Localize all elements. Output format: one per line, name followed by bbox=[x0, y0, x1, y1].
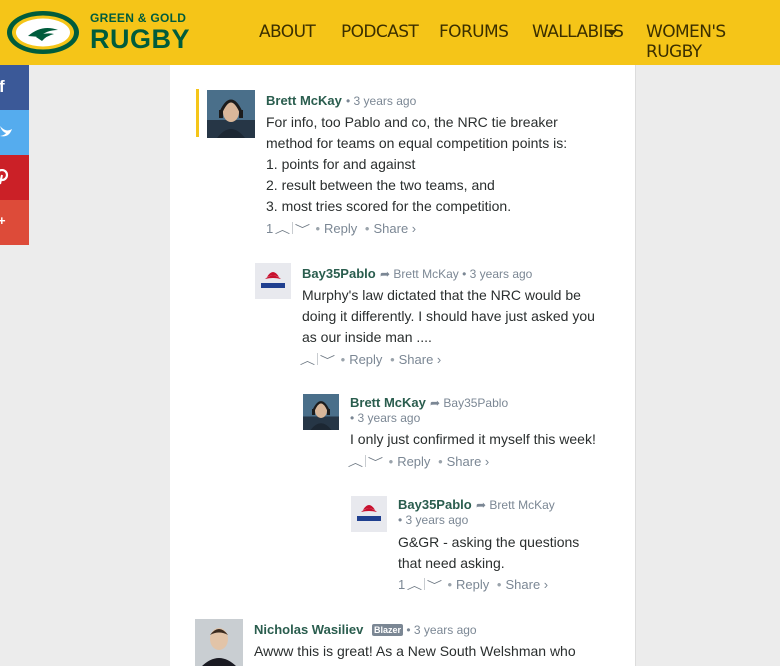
googleplus-icon: + bbox=[0, 213, 6, 228]
site-logo-text[interactable]: GREEN & GOLD RUGBY bbox=[90, 12, 191, 54]
avatar[interactable] bbox=[195, 619, 243, 666]
reply-to-name[interactable]: Bay35Pablo bbox=[443, 396, 508, 410]
reply-to-name[interactable]: Brett McKay bbox=[489, 498, 554, 512]
twitter-share-button[interactable] bbox=[0, 110, 29, 155]
upvote-icon[interactable]: ︿ bbox=[300, 352, 315, 368]
comment-body: I only just confirmed it myself this wee… bbox=[350, 429, 620, 450]
twitter-icon bbox=[0, 126, 12, 137]
upvote-icon[interactable]: ︿ bbox=[407, 577, 422, 593]
comment-line: G&GR - asking the questions bbox=[398, 534, 580, 550]
downvote-icon[interactable]: ﹀ bbox=[320, 352, 335, 368]
comment-author[interactable]: Brett McKay bbox=[266, 93, 342, 108]
facebook-share-button[interactable]: f bbox=[0, 65, 29, 110]
reply-arrow-icon: ➦ bbox=[476, 498, 487, 512]
share-link[interactable]: Share › bbox=[505, 577, 548, 592]
brett-mckay-avatar-icon bbox=[303, 394, 339, 430]
chevron-down-icon[interactable] bbox=[607, 30, 617, 36]
waratahs-avatar-icon bbox=[255, 263, 291, 299]
nav-forums[interactable]: FORUMS bbox=[439, 22, 509, 44]
logo-bottom-text: RUGBY bbox=[90, 24, 191, 54]
share-link[interactable]: Share › bbox=[399, 352, 442, 367]
comment-footer: ︿ ﹀ • Reply • Share › bbox=[347, 454, 490, 470]
timestamp-text: 3 years ago bbox=[357, 411, 421, 425]
comment-line: doing it differently. I should have just… bbox=[302, 308, 595, 324]
comment-author[interactable]: Bay35Pablo bbox=[398, 497, 472, 512]
nav-podcast[interactable]: PODCAST bbox=[341, 22, 419, 44]
comment-line: 2. result between the two teams, and bbox=[266, 177, 495, 193]
comment-timestamp[interactable]: • 3 years ago bbox=[350, 411, 420, 425]
comment-line: Awww this is great! As a New South Welsh… bbox=[254, 643, 576, 659]
reply-link[interactable]: Reply bbox=[397, 454, 430, 469]
comment-line: 1. points for and against bbox=[266, 156, 416, 172]
share-link[interactable]: Share › bbox=[373, 221, 416, 236]
comment-line: I only just confirmed it myself this wee… bbox=[350, 431, 596, 447]
comment-author[interactable]: Nicholas Wasiliev bbox=[254, 622, 363, 637]
comment-footer: 1 ︿ ﹀ • Reply • Share › bbox=[398, 577, 549, 593]
vote-count: 1 bbox=[398, 577, 406, 592]
reply-arrow-icon: ➦ bbox=[430, 396, 441, 410]
avatar[interactable] bbox=[255, 263, 291, 299]
pinterest-icon bbox=[0, 169, 9, 185]
reply-link[interactable]: Reply bbox=[349, 352, 382, 367]
reply-link[interactable]: Reply bbox=[324, 221, 357, 236]
downvote-icon[interactable]: ﹀ bbox=[427, 577, 442, 593]
highlight-bar bbox=[196, 89, 199, 137]
comment-body: Awww this is great! As a New South Welsh… bbox=[254, 641, 624, 662]
comment-body: Murphy's law dictated that the NRC would… bbox=[302, 285, 622, 348]
comment-reply-meta: ➦ Bay35Pablo bbox=[430, 396, 508, 410]
site-header: GREEN & GOLD RUGBY ABOUT PODCAST FORUMS … bbox=[0, 0, 780, 65]
comment-timestamp[interactable]: • 3 years ago bbox=[398, 513, 468, 527]
avatar[interactable] bbox=[303, 394, 339, 430]
comment-line: 3. most tries scored for the competition… bbox=[266, 198, 512, 214]
waratahs-avatar-icon bbox=[351, 496, 387, 532]
timestamp-text: 3 years ago bbox=[353, 94, 417, 108]
pinterest-share-button[interactable] bbox=[0, 155, 29, 200]
upvote-icon[interactable]: ︿ bbox=[348, 454, 363, 470]
downvote-icon[interactable]: ﹀ bbox=[368, 454, 383, 470]
comment-line: Murphy's law dictated that the NRC would… bbox=[302, 287, 581, 303]
comment-reply-meta: ➦ Brett McKay bbox=[476, 498, 555, 512]
avatar[interactable] bbox=[207, 90, 255, 138]
nav-about[interactable]: ABOUT bbox=[259, 22, 316, 44]
comment-timestamp[interactable]: • 3 years ago bbox=[346, 94, 416, 108]
comment-reply-meta: ➦ Brett McKay • 3 years ago bbox=[380, 267, 533, 281]
vote-count: 1 bbox=[266, 221, 274, 236]
comment-meta: Blazer • 3 years ago bbox=[372, 623, 477, 637]
comment-footer: ︿ ﹀ • Reply • Share › bbox=[299, 352, 442, 368]
timestamp-text: 3 years ago bbox=[405, 513, 469, 527]
comment-line: as our inside man .... bbox=[302, 329, 432, 345]
avatar[interactable] bbox=[351, 496, 387, 532]
blazer-badge: Blazer bbox=[372, 624, 404, 636]
nicholas-wasiliev-avatar-icon bbox=[195, 619, 243, 666]
downvote-icon[interactable]: ﹀ bbox=[295, 221, 310, 237]
reply-link[interactable]: Reply bbox=[456, 577, 489, 592]
reply-arrow-icon: ➦ bbox=[380, 267, 391, 281]
comment-footer: 1 ︿ ﹀ • Reply • Share › bbox=[266, 221, 417, 237]
comment-author[interactable]: Brett McKay bbox=[350, 395, 426, 410]
comment-author[interactable]: Bay35Pablo bbox=[302, 266, 376, 281]
green-and-gold-logo-icon[interactable] bbox=[6, 10, 80, 55]
timestamp-text[interactable]: 3 years ago bbox=[414, 623, 477, 637]
comment-body: G&GR - asking the questions that need as… bbox=[398, 532, 618, 574]
timestamp-text[interactable]: 3 years ago bbox=[470, 267, 533, 281]
comment-line: method for teams on equal competition po… bbox=[266, 135, 568, 151]
comment-line: that need asking. bbox=[398, 555, 505, 571]
upvote-icon[interactable]: ︿ bbox=[275, 221, 290, 237]
brett-mckay-avatar-icon bbox=[207, 90, 255, 138]
share-link[interactable]: Share › bbox=[447, 454, 490, 469]
comment-line: For info, too Pablo and co, the NRC tie … bbox=[266, 114, 558, 130]
comment-body: For info, too Pablo and co, the NRC tie … bbox=[266, 112, 606, 217]
facebook-icon: f bbox=[0, 77, 5, 96]
nav-womens-rugby[interactable]: WOMEN'S RUGBY bbox=[646, 22, 780, 62]
googleplus-share-button[interactable]: + bbox=[0, 200, 29, 245]
right-sidebar bbox=[635, 65, 780, 666]
reply-to-name[interactable]: Brett McKay bbox=[393, 267, 458, 281]
